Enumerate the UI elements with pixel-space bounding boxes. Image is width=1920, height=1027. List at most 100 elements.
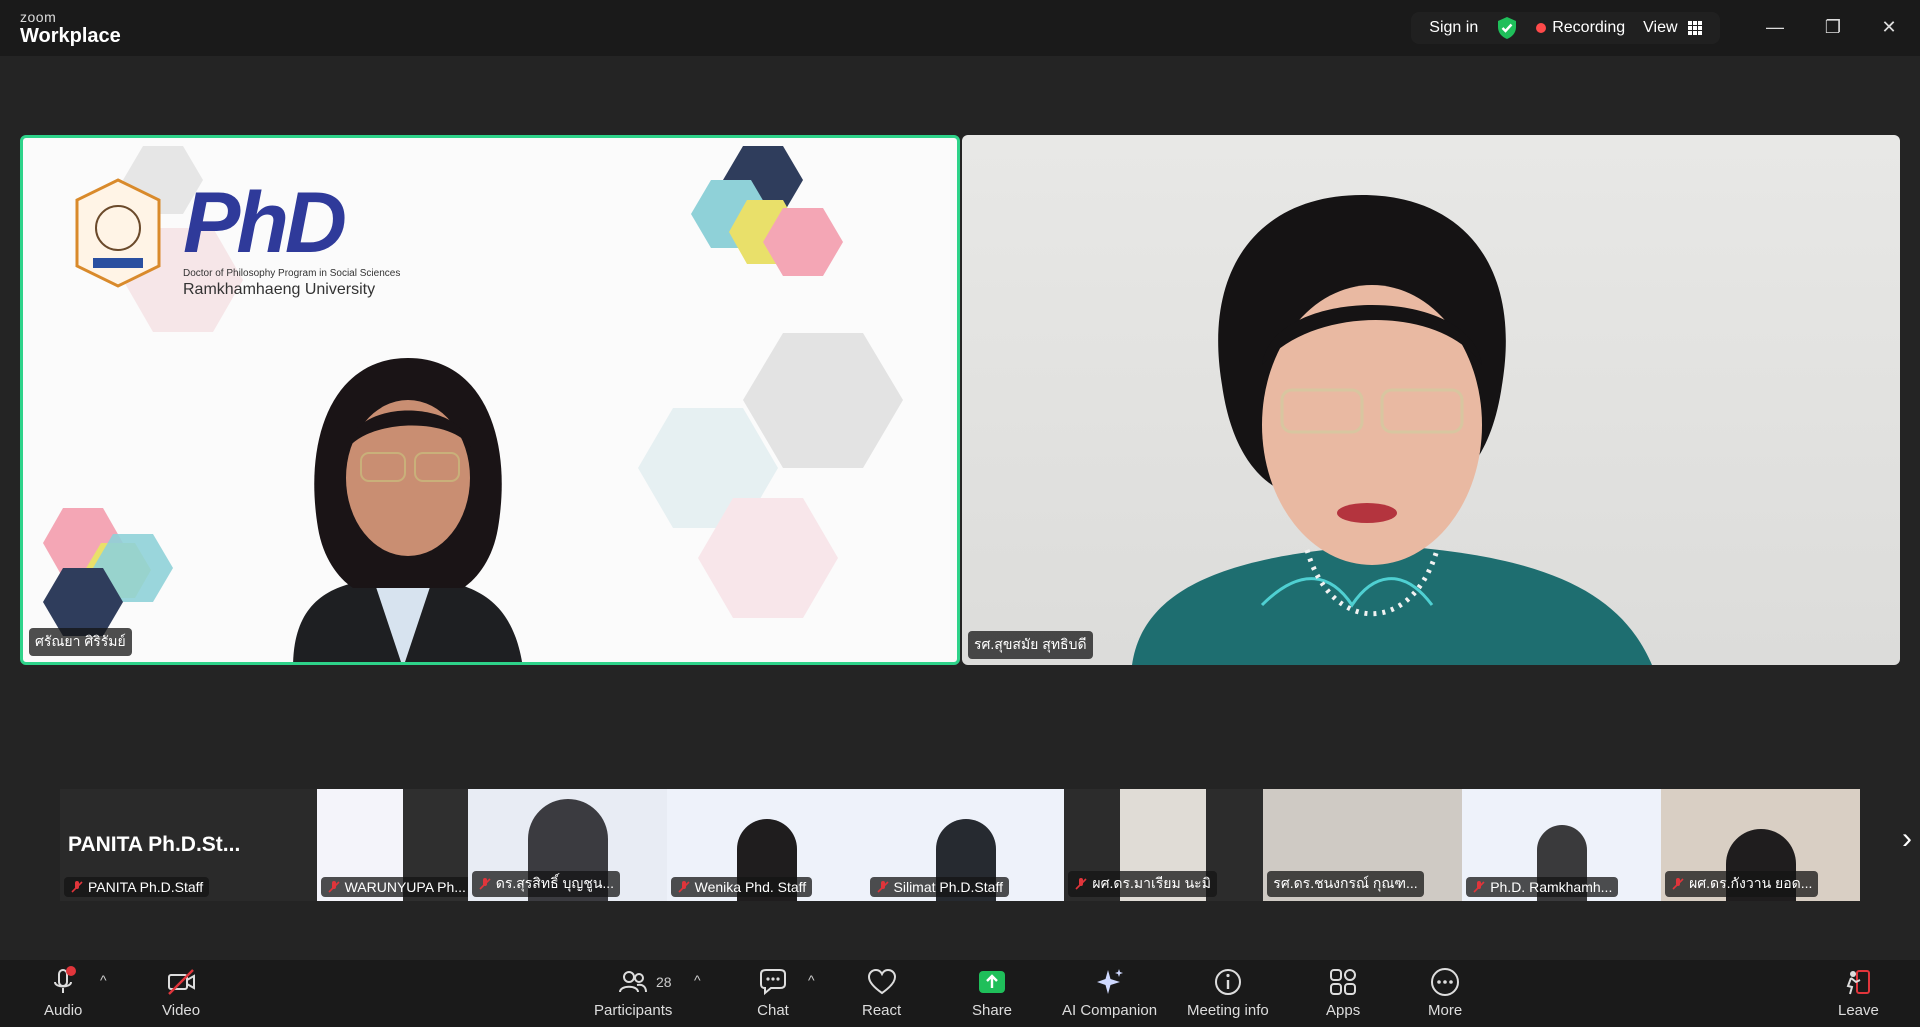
thumbnail-name-label: รศ.ดร.ชนงกรณ์ กุณฑ...: [1267, 871, 1424, 897]
audio-button[interactable]: Audio: [44, 966, 82, 1019]
participant-name-label: ศรัณยา ศิริรัมย์: [29, 628, 132, 656]
audio-options-caret-icon[interactable]: ^: [100, 972, 107, 988]
thumbnail-name-text: รศ.ดร.ชนงกรณ์ กุณฑ...: [1273, 875, 1418, 891]
mic-muted-icon: [1473, 881, 1485, 893]
titlebar-controls: Sign in Recording View: [1411, 12, 1720, 44]
more-icon: [1431, 968, 1460, 996]
mic-muted-icon: [1075, 878, 1087, 890]
university-seal-logo: [75, 178, 161, 288]
phd-logo-university: Ramkhamhaeng University: [183, 281, 376, 298]
apps-icon: [1330, 969, 1357, 995]
chat-label: Chat: [757, 1002, 789, 1019]
sparkle-icon: [1096, 969, 1123, 994]
react-label: React: [862, 1002, 902, 1019]
meeting-info-label: Meeting info: [1187, 1002, 1269, 1019]
thumbnail-tile[interactable]: ผศ.ดร.มาเรียม นะมิ: [1064, 789, 1264, 901]
thumbnail-tile[interactable]: WARUNYUPA Ph...: [316, 789, 468, 901]
restore-icon[interactable]: ❐: [1818, 14, 1848, 40]
video-tile-participant[interactable]: รศ.สุขสมัย สุทธิบดี: [962, 135, 1900, 665]
mic-muted-icon: [678, 881, 690, 893]
audio-label: Audio: [44, 1002, 83, 1019]
react-button[interactable]: React: [862, 966, 901, 1019]
thumbnail-name-label: Wenika Phd. Staff: [670, 877, 813, 897]
video-tile-active-speaker[interactable]: PhD Doctor of Philosophy Program in Soci…: [20, 135, 960, 665]
more-label: More: [1428, 1002, 1463, 1019]
video-button[interactable]: Video: [162, 966, 200, 1019]
thumbnail-name-text: WARUNYUPA Ph...: [344, 879, 466, 895]
thumbnail-name-text: Wenika Phd. Staff: [694, 879, 807, 895]
view-button[interactable]: View: [1643, 19, 1702, 37]
minimize-icon[interactable]: —: [1760, 14, 1790, 40]
video-stage: PhD Doctor of Philosophy Program in Soci…: [0, 56, 1920, 976]
participant-video-feed: [1132, 195, 1652, 665]
phd-logo-subtitle: Doctor of Philosophy Program in Social S…: [183, 268, 401, 279]
video-off-icon: [168, 969, 196, 995]
zoom-logo: zoom Workplace: [20, 10, 121, 46]
mic-muted-icon: [328, 881, 340, 893]
logo-line1: zoom: [20, 9, 57, 25]
thumbnail-name-text: Silimat Ph.D.Staff: [893, 879, 1003, 895]
participants-label: Participants: [594, 1002, 673, 1019]
view-label: View: [1643, 19, 1678, 36]
video-label: Video: [162, 1002, 201, 1019]
thumbnail-tile[interactable]: PANITA Ph.D.St... PANITA Ph.D.Staff: [60, 789, 317, 901]
info-icon: [1214, 969, 1241, 995]
thumbnail-name-label: Ph.D. Ramkhamh...: [1466, 877, 1619, 897]
thumbnail-name-label: PANITA Ph.D.Staff: [64, 877, 210, 897]
thumbnail-name-label: ดร.สุรสิทธิ์ บุญชูน...: [471, 871, 621, 897]
participants-icon: [619, 971, 648, 993]
thumbnail-big-name: PANITA Ph.D.St...: [68, 833, 241, 856]
next-page-chevron-icon[interactable]: ›: [1902, 822, 1912, 856]
thumbnail-name-label: ผศ.ดร.กังวาน ยอด...: [1665, 871, 1819, 897]
grid-icon: [1688, 20, 1702, 35]
share-label: Share: [972, 1002, 1013, 1019]
meeting-toolbar: Audio ^ Video Participants 28 ^ Chat ^ R…: [0, 960, 1920, 1027]
thumbnail-name-text: ผศ.ดร.กังวาน ยอด...: [1689, 875, 1813, 891]
meeting-info-button[interactable]: Meeting info: [1187, 966, 1269, 1019]
thumbnail-tile[interactable]: Ph.D. Ramkhamh...: [1462, 789, 1662, 901]
thumbnail-tile[interactable]: Silimat Ph.D.Staff: [865, 789, 1065, 901]
leave-icon: [1847, 970, 1871, 995]
thumbnail-name-text: ผศ.ดร.มาเรียม นะมิ: [1092, 875, 1211, 891]
shield-check-icon[interactable]: [1496, 16, 1518, 40]
thumbnail-tile[interactable]: Wenika Phd. Staff: [666, 789, 866, 901]
thumbnail-tile[interactable]: ผศ.ดร.กังวาน ยอด...: [1661, 789, 1860, 901]
thumbnail-name-text: Ph.D. Ramkhamh...: [1490, 879, 1613, 895]
chat-button[interactable]: Chat: [757, 966, 789, 1019]
thumbnail-tile[interactable]: ดร.สุรสิทธิ์ บุญชูน...: [467, 789, 667, 901]
thumbnail-name-text: ดร.สุรสิทธิ์ บุญชูน...: [495, 875, 615, 891]
thumbnail-name-text: PANITA Ph.D.Staff: [88, 879, 204, 895]
ai-companion-label: AI Companion: [1062, 1002, 1158, 1019]
mic-muted-icon: [876, 881, 889, 893]
recording-label: Recording: [1552, 19, 1626, 36]
more-button[interactable]: More: [1428, 966, 1462, 1019]
participants-options-caret-icon[interactable]: ^: [694, 972, 701, 988]
participant-thumbnail-strip: PANITA Ph.D.St... PANITA Ph.D.Staff WARU…: [60, 789, 1860, 901]
apps-button[interactable]: Apps: [1326, 966, 1360, 1019]
chat-options-caret-icon[interactable]: ^: [808, 972, 815, 988]
apps-label: Apps: [1326, 1002, 1361, 1019]
thumbnail-name-label: ผศ.ดร.มาเรียม นะมิ: [1068, 871, 1217, 897]
thumbnail-name-label: WARUNYUPA Ph...: [320, 877, 468, 897]
share-screen-icon: [979, 971, 1006, 993]
recording-dot-icon: [1536, 22, 1547, 33]
recording-indicator[interactable]: Recording: [1536, 19, 1625, 37]
phd-logo-text: PhD: [183, 175, 347, 271]
close-icon[interactable]: ✕: [1874, 14, 1904, 40]
participant-name-label: รศ.สุขสมัย สุทธิบดี: [968, 631, 1093, 659]
mic-muted-icon: [1672, 878, 1684, 890]
microphone-icon: [54, 966, 77, 993]
mic-muted-icon: [71, 881, 83, 893]
ai-companion-button[interactable]: AI Companion: [1062, 966, 1157, 1019]
leave-label: Leave: [1838, 1002, 1879, 1019]
chat-icon: [760, 969, 786, 996]
mic-muted-icon: [479, 878, 491, 890]
share-button[interactable]: Share: [972, 966, 1012, 1019]
participants-count: 28: [656, 974, 672, 990]
heart-icon: [867, 968, 896, 995]
thumbnail-tile[interactable]: รศ.ดร.ชนงกรณ์ กุณฑ...: [1263, 789, 1463, 901]
title-bar: zoom Workplace Sign in Recording View — …: [0, 0, 1920, 56]
leave-button[interactable]: Leave: [1838, 966, 1879, 1019]
thumbnail-name-label: Silimat Ph.D.Staff: [869, 877, 1009, 897]
sign-in-button[interactable]: Sign in: [1429, 19, 1478, 37]
